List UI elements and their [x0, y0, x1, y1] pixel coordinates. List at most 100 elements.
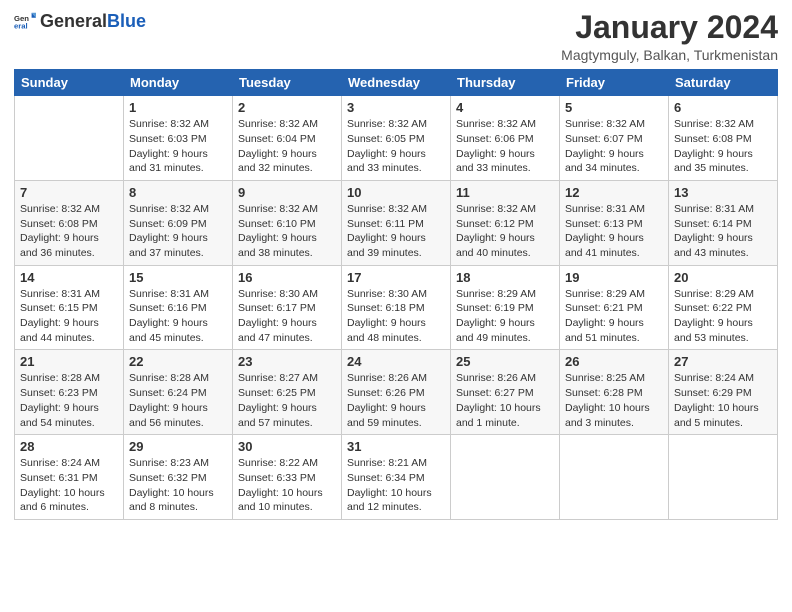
- sunset-text: Sunset: 6:22 PM: [674, 301, 772, 316]
- sunrise-text: Sunrise: 8:31 AM: [674, 202, 772, 217]
- sunset-text: Sunset: 6:26 PM: [347, 386, 445, 401]
- sunset-text: Sunset: 6:32 PM: [129, 471, 227, 486]
- sunset-text: Sunset: 6:08 PM: [20, 217, 118, 232]
- page: Gen eral GeneralBlue January 2024 Magtym…: [0, 0, 792, 612]
- sunset-text: Sunset: 6:11 PM: [347, 217, 445, 232]
- daylight-text: Daylight: 9 hoursand 41 minutes.: [565, 231, 663, 260]
- sunset-text: Sunset: 6:07 PM: [565, 132, 663, 147]
- day-detail: Sunrise: 8:32 AMSunset: 6:07 PMDaylight:…: [565, 117, 663, 176]
- sunrise-text: Sunrise: 8:32 AM: [20, 202, 118, 217]
- sunrise-text: Sunrise: 8:31 AM: [129, 287, 227, 302]
- day-detail: Sunrise: 8:29 AMSunset: 6:21 PMDaylight:…: [565, 287, 663, 346]
- table-cell: 14Sunrise: 8:31 AMSunset: 6:15 PMDayligh…: [15, 265, 124, 350]
- sunrise-text: Sunrise: 8:24 AM: [674, 371, 772, 386]
- sunrise-text: Sunrise: 8:29 AM: [674, 287, 772, 302]
- logo-icon: Gen eral: [14, 10, 36, 32]
- day-detail: Sunrise: 8:29 AMSunset: 6:19 PMDaylight:…: [456, 287, 554, 346]
- daylight-text: Daylight: 9 hoursand 37 minutes.: [129, 231, 227, 260]
- daylight-text: Daylight: 10 hoursand 10 minutes.: [238, 486, 336, 515]
- sunset-text: Sunset: 6:04 PM: [238, 132, 336, 147]
- sunset-text: Sunset: 6:34 PM: [347, 471, 445, 486]
- sunrise-text: Sunrise: 8:32 AM: [456, 202, 554, 217]
- daylight-text: Daylight: 9 hoursand 49 minutes.: [456, 316, 554, 345]
- sunset-text: Sunset: 6:33 PM: [238, 471, 336, 486]
- day-number: 8: [129, 185, 227, 200]
- col-wednesday: Wednesday: [342, 70, 451, 96]
- day-detail: Sunrise: 8:32 AMSunset: 6:11 PMDaylight:…: [347, 202, 445, 261]
- table-cell: 30 Sunrise: 8:22 AMSunset: 6:33 PMDayligh…: [233, 435, 342, 520]
- day-number: 21: [20, 354, 118, 369]
- daylight-text: Daylight: 9 hoursand 38 minutes.: [238, 231, 336, 260]
- table-cell: 25Sunrise: 8:26 AMSunset: 6:27 PMDayligh…: [451, 350, 560, 435]
- svg-text:eral: eral: [14, 22, 28, 31]
- sunset-text: Sunset: 6:13 PM: [565, 217, 663, 232]
- day-number: 10: [347, 185, 445, 200]
- daylight-text: Daylight: 9 hoursand 53 minutes.: [674, 316, 772, 345]
- table-cell: 8Sunrise: 8:32 AMSunset: 6:09 PMDaylight…: [124, 180, 233, 265]
- sunrise-text: Sunrise: 8:32 AM: [674, 117, 772, 132]
- daylight-text: Daylight: 9 hoursand 33 minutes.: [347, 147, 445, 176]
- table-cell: 29 Sunrise: 8:23 AMSunset: 6:32 PMDayligh…: [124, 435, 233, 520]
- day-number: 29: [129, 439, 227, 454]
- table-cell: 31Sunrise: 8:21 AMSunset: 6:34 PMDayligh…: [342, 435, 451, 520]
- day-number: 9: [238, 185, 336, 200]
- sunset-text: Sunset: 6:24 PM: [129, 386, 227, 401]
- day-detail: Sunrise: 8:24 AMSunset: 6:31 PMDaylight:…: [20, 456, 118, 515]
- day-detail: Sunrise: 8:26 AMSunset: 6:26 PMDaylight:…: [347, 371, 445, 430]
- table-cell: [451, 435, 560, 520]
- table-cell: 1Sunrise: 8:32 AMSunset: 6:03 PMDaylight…: [124, 96, 233, 181]
- sunset-text: Sunset: 6:10 PM: [238, 217, 336, 232]
- sunset-text: Sunset: 6:14 PM: [674, 217, 772, 232]
- daylight-text: Daylight: 9 hoursand 36 minutes.: [20, 231, 118, 260]
- calendar-table: Sunday Monday Tuesday Wednesday Thursday…: [14, 69, 778, 520]
- day-number: 31: [347, 439, 445, 454]
- day-detail: Sunrise: 8:32 AMSunset: 6:04 PMDaylight:…: [238, 117, 336, 176]
- table-cell: 3Sunrise: 8:32 AMSunset: 6:05 PMDaylight…: [342, 96, 451, 181]
- day-detail: Sunrise: 8:32 AMSunset: 6:03 PMDaylight:…: [129, 117, 227, 176]
- sunrise-text: Sunrise: 8:31 AM: [20, 287, 118, 302]
- sunset-text: Sunset: 6:19 PM: [456, 301, 554, 316]
- day-number: 30: [238, 439, 336, 454]
- daylight-text: Daylight: 9 hoursand 43 minutes.: [674, 231, 772, 260]
- daylight-text: Daylight: 10 hoursand 6 minutes.: [20, 486, 118, 515]
- daylight-text: Daylight: 9 hoursand 39 minutes.: [347, 231, 445, 260]
- table-row: 21Sunrise: 8:28 AMSunset: 6:23 PMDayligh…: [15, 350, 778, 435]
- title-block: January 2024 Magtymguly, Balkan, Turkmen…: [561, 10, 778, 63]
- daylight-text: Daylight: 9 hoursand 48 minutes.: [347, 316, 445, 345]
- day-detail: Sunrise: 8:32 AMSunset: 6:08 PMDaylight:…: [674, 117, 772, 176]
- sunset-text: Sunset: 6:23 PM: [20, 386, 118, 401]
- table-cell: 11Sunrise: 8:32 AMSunset: 6:12 PMDayligh…: [451, 180, 560, 265]
- sunrise-text: Sunrise: 8:24 AM: [20, 456, 118, 471]
- day-number: 22: [129, 354, 227, 369]
- day-detail: Sunrise: 8:22 AMSunset: 6:33 PMDaylight:…: [238, 456, 336, 515]
- day-number: 7: [20, 185, 118, 200]
- day-detail: Sunrise: 8:31 AMSunset: 6:14 PMDaylight:…: [674, 202, 772, 261]
- sunrise-text: Sunrise: 8:29 AM: [456, 287, 554, 302]
- day-detail: Sunrise: 8:25 AMSunset: 6:28 PMDaylight:…: [565, 371, 663, 430]
- day-detail: Sunrise: 8:31 AMSunset: 6:16 PMDaylight:…: [129, 287, 227, 346]
- day-detail: Sunrise: 8:23 AMSunset: 6:32 PMDaylight:…: [129, 456, 227, 515]
- daylight-text: Daylight: 9 hoursand 59 minutes.: [347, 401, 445, 430]
- day-number: 17: [347, 270, 445, 285]
- sub-title: Magtymguly, Balkan, Turkmenistan: [561, 47, 778, 63]
- daylight-text: Daylight: 9 hoursand 32 minutes.: [238, 147, 336, 176]
- daylight-text: Daylight: 10 hoursand 1 minute.: [456, 401, 554, 430]
- logo: Gen eral GeneralBlue: [14, 10, 146, 32]
- sunset-text: Sunset: 6:25 PM: [238, 386, 336, 401]
- col-saturday: Saturday: [669, 70, 778, 96]
- sunrise-text: Sunrise: 8:32 AM: [347, 202, 445, 217]
- day-number: 5: [565, 100, 663, 115]
- day-number: 20: [674, 270, 772, 285]
- sunrise-text: Sunrise: 8:23 AM: [129, 456, 227, 471]
- col-tuesday: Tuesday: [233, 70, 342, 96]
- day-number: 13: [674, 185, 772, 200]
- sunrise-text: Sunrise: 8:21 AM: [347, 456, 445, 471]
- sunset-text: Sunset: 6:31 PM: [20, 471, 118, 486]
- table-row: 14Sunrise: 8:31 AMSunset: 6:15 PMDayligh…: [15, 265, 778, 350]
- day-detail: Sunrise: 8:29 AMSunset: 6:22 PMDaylight:…: [674, 287, 772, 346]
- table-cell: 2Sunrise: 8:32 AMSunset: 6:04 PMDaylight…: [233, 96, 342, 181]
- daylight-text: Daylight: 9 hoursand 35 minutes.: [674, 147, 772, 176]
- daylight-text: Daylight: 9 hoursand 57 minutes.: [238, 401, 336, 430]
- table-cell: 12Sunrise: 8:31 AMSunset: 6:13 PMDayligh…: [560, 180, 669, 265]
- daylight-text: Daylight: 10 hoursand 5 minutes.: [674, 401, 772, 430]
